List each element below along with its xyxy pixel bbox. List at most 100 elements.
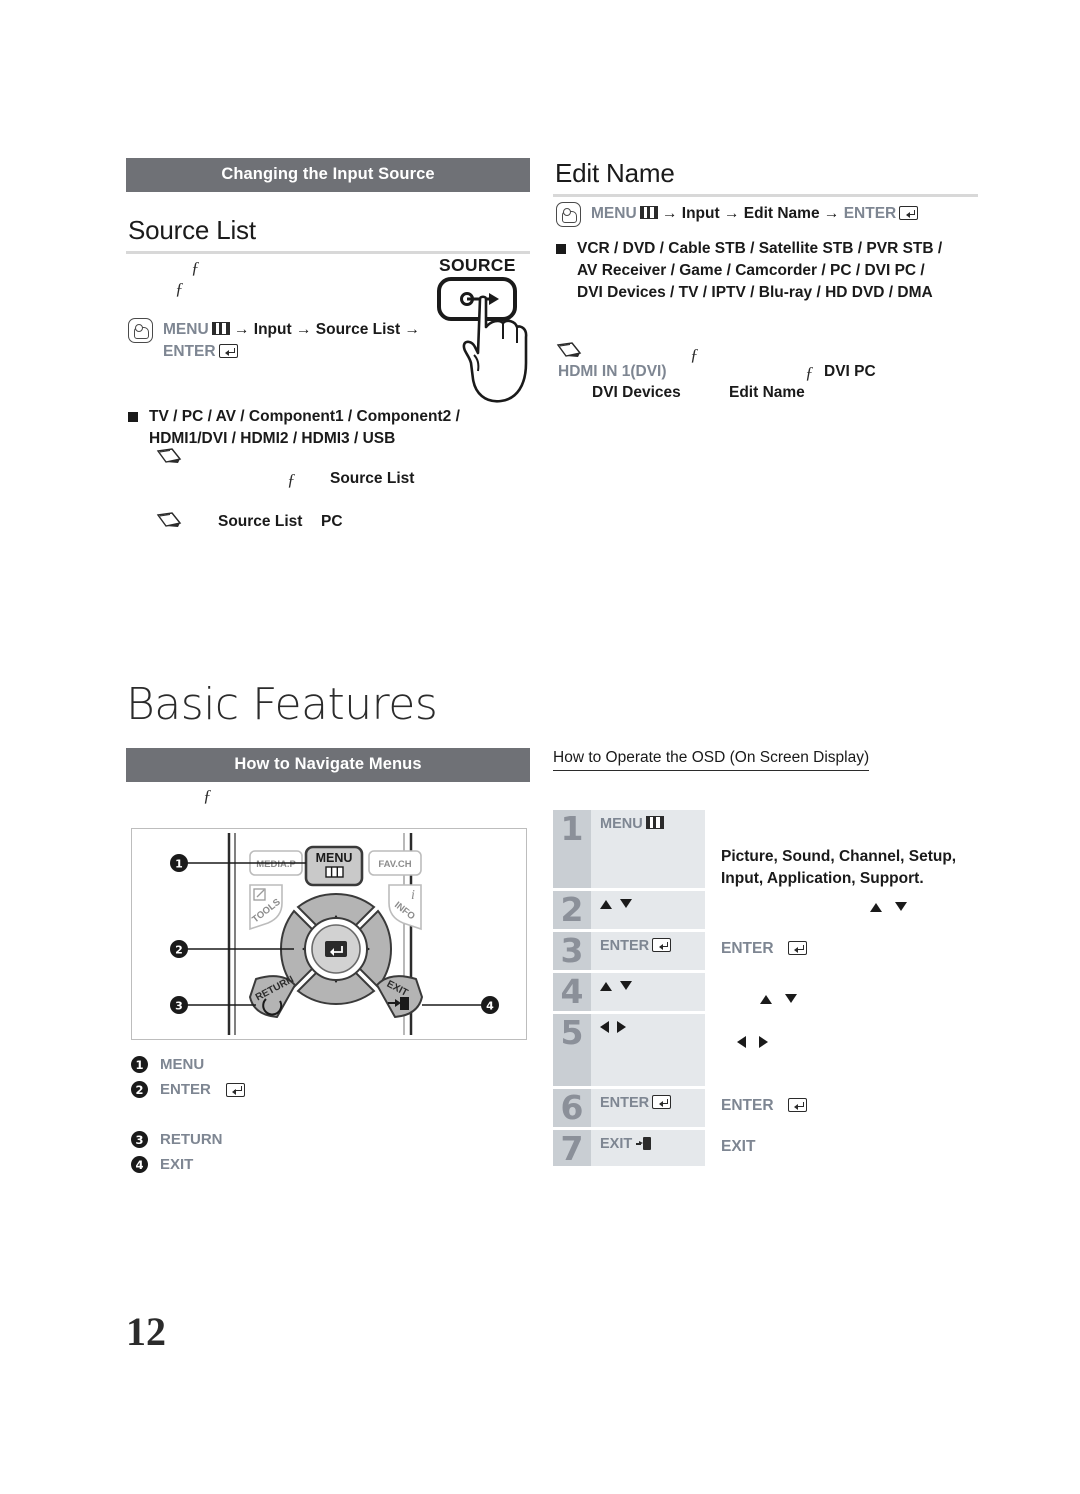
bullet-square-icon-right bbox=[556, 244, 566, 254]
arrow-down-icon-osd4 bbox=[620, 981, 633, 990]
edit-name-path: MENU → Input → Edit Name → ENTER bbox=[556, 202, 981, 227]
press-button-icon-right bbox=[556, 202, 581, 227]
source-list-block: Source List bbox=[126, 215, 530, 254]
callout-spacer bbox=[131, 1102, 531, 1127]
exit-door-icon-osd7 bbox=[636, 1137, 652, 1150]
path-target-label: Source List bbox=[315, 321, 401, 338]
arrow-down-icon-osd4b bbox=[784, 994, 797, 1003]
callout-1: 1 MENU bbox=[131, 1052, 531, 1077]
names-line-1: VCR / DVD / Cable STB / Satellite STB / … bbox=[577, 240, 943, 257]
osd-step-number-6: 6 bbox=[553, 1089, 591, 1127]
osd-desc-label-3: ENTER bbox=[721, 940, 774, 957]
enter-key-icon-right bbox=[899, 206, 919, 220]
f-mark-1: ƒ bbox=[191, 258, 200, 277]
f-mark-right-2: ƒ bbox=[805, 363, 814, 382]
callout-number-4: 4 bbox=[131, 1156, 148, 1173]
osd-key-label-3: ENTER bbox=[600, 938, 650, 954]
note-icon-right bbox=[556, 342, 582, 363]
osd-section-title: How to Operate the OSD (On Screen Displa… bbox=[553, 749, 870, 771]
osd-row-4: 4 bbox=[553, 973, 978, 1011]
source-options-list: TV / PC / AV / Component1 / Component2 /… bbox=[128, 406, 488, 450]
path-input-label: Input bbox=[253, 321, 292, 338]
heading-divider-right bbox=[553, 194, 978, 197]
menu-bars-icon-osd1 bbox=[645, 816, 664, 829]
arrow-down-icon-osd2b bbox=[894, 902, 907, 911]
edit-name-term: Edit Name bbox=[729, 384, 805, 401]
callout-4: 4 EXIT bbox=[131, 1152, 531, 1177]
callout-3: 3 RETURN bbox=[131, 1127, 531, 1152]
osd-step-desc-7: EXIT bbox=[705, 1130, 978, 1166]
path-arrow-2-right: → bbox=[723, 205, 740, 222]
osd-key-label-1: MENU bbox=[600, 816, 643, 832]
callout-label-exit: EXIT bbox=[160, 1156, 194, 1173]
note1-source-list-term: Source List bbox=[330, 470, 415, 487]
sources-line-1: TV / PC / AV / Component1 / Component2 / bbox=[149, 408, 460, 425]
osd-desc-label-6: ENTER bbox=[721, 1097, 774, 1114]
heading-divider bbox=[126, 251, 530, 254]
callout-2: 2 ENTER bbox=[131, 1077, 531, 1102]
path-enter-label-right: ENTER bbox=[843, 205, 897, 222]
osd-desc-label-7: EXIT bbox=[721, 1138, 756, 1155]
f-mark-3: ƒ bbox=[287, 470, 296, 489]
menu-bars-icon bbox=[211, 322, 230, 335]
f-mark-2: ƒ bbox=[175, 279, 184, 298]
callout-number-1: 1 bbox=[131, 1056, 148, 1073]
press-button-icon bbox=[128, 318, 153, 343]
osd-step-key-7: EXIT bbox=[591, 1130, 705, 1166]
heading-source-list: Source List bbox=[128, 215, 256, 245]
edit-name-block: Edit Name bbox=[553, 158, 978, 197]
source-button-illustration: SOURCE bbox=[433, 255, 533, 415]
path-input-label-right: Input bbox=[681, 205, 720, 222]
osd-step-desc-4 bbox=[705, 973, 978, 1011]
note-icon-2 bbox=[156, 512, 182, 533]
svg-text:MENU: MENU bbox=[316, 851, 353, 865]
osd-step-key-3: ENTER bbox=[591, 932, 705, 970]
osd-step-desc-1: Picture, Sound, Channel, Setup, Input, A… bbox=[721, 848, 957, 887]
source-button-label: SOURCE bbox=[439, 255, 516, 275]
note2-pc-term: PC bbox=[321, 513, 343, 530]
path-arrow-3: → bbox=[404, 321, 421, 338]
path-target-label-right: Edit Name bbox=[743, 205, 820, 222]
enter-key-icon bbox=[218, 344, 238, 359]
osd-steps-table: 1 MENU Picture, Sound, Channel, Setup, I… bbox=[553, 810, 978, 1169]
osd-step-desc-3: ENTER bbox=[705, 932, 978, 970]
osd-step-desc-6: ENTER bbox=[705, 1089, 978, 1127]
osd-step-key-1: MENU bbox=[591, 810, 705, 888]
remote-callout-list: 1 MENU 2 ENTER 3 RETURN 4 EXIT bbox=[131, 1052, 531, 1177]
osd-key-label-7: EXIT bbox=[600, 1136, 633, 1152]
osd-step-key-4 bbox=[591, 973, 705, 1011]
page-number: 12 bbox=[126, 1309, 166, 1354]
osd-step-number-3: 3 bbox=[553, 932, 591, 970]
osd-step-key-6: ENTER bbox=[591, 1089, 705, 1127]
section-bar-how-to-navigate-menus: How to Navigate Menus bbox=[126, 748, 530, 782]
note2-source-list-term: Source List bbox=[218, 513, 303, 530]
enter-key-icon-callout bbox=[225, 1082, 245, 1097]
enter-key-icon-osd3b bbox=[787, 941, 807, 955]
dvi-devices-term: DVI Devices bbox=[592, 384, 681, 401]
arrow-up-icon-osd2 bbox=[600, 900, 612, 909]
path-arrow-2: → bbox=[295, 321, 312, 338]
arrow-left-icon-osd5b bbox=[737, 1036, 746, 1048]
dvi-pc-term: DVI PC bbox=[824, 363, 876, 380]
remote-control-diagram: MEDIA.P MENU FAV.CH TOOLS INFO i RETURN … bbox=[131, 828, 527, 1040]
svg-text:4: 4 bbox=[486, 1000, 494, 1013]
enter-key-icon-osd6 bbox=[652, 1095, 672, 1109]
remote-control-svg: MEDIA.P MENU FAV.CH TOOLS INFO i RETURN … bbox=[170, 833, 499, 1035]
path-menu-label: MENU bbox=[163, 321, 209, 338]
osd-step-key-2 bbox=[591, 891, 705, 929]
osd-step-number-7: 7 bbox=[553, 1130, 591, 1166]
path-arrow-1: → bbox=[233, 321, 250, 338]
osd-row-1: 1 MENU Picture, Sound, Channel, Setup, I… bbox=[553, 810, 978, 888]
osd-row-2: 2 bbox=[553, 891, 978, 929]
names-line-2: AV Receiver / Game / Camcorder / PC / DV… bbox=[577, 262, 925, 279]
osd-row-6: 6 ENTER ENTER bbox=[553, 1089, 978, 1127]
arrow-right-icon-osd5 bbox=[617, 1021, 627, 1033]
arrow-up-icon-osd4b bbox=[760, 995, 772, 1004]
source-list-path: MENU → Input → Source List → ENTER bbox=[128, 318, 458, 364]
hdmi-in-term: HDMI IN 1(DVI) bbox=[558, 363, 667, 380]
arrow-up-icon-osd4 bbox=[600, 982, 612, 991]
svg-text:2: 2 bbox=[175, 944, 183, 957]
callout-label-return: RETURN bbox=[160, 1131, 223, 1148]
path-enter-label: ENTER bbox=[163, 343, 216, 361]
section-bar-changing-input-source: Changing the Input Source bbox=[126, 158, 530, 192]
